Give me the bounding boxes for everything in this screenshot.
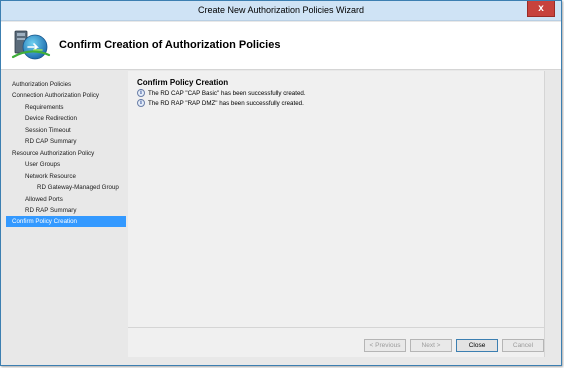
window-title: Create New Authorization Policies Wizard [197, 5, 365, 15]
result-message: i The RD CAP "CAP Basic" has been success… [137, 89, 306, 99]
previous-button[interactable]: < Previous [364, 339, 406, 352]
window-close-button[interactable]: x [527, 1, 555, 17]
sidebar-item-user-groups[interactable]: User Groups [6, 159, 126, 170]
sidebar-item-confirm-policy-creation[interactable]: Confirm Policy Creation [6, 216, 126, 227]
wizard-footer: < Previous Next > Close Cancel [128, 327, 544, 357]
wizard-steps-sidebar: Authorization Policies Connection Author… [6, 76, 126, 356]
title-bar[interactable]: Create New Authorization Policies Wizard… [1, 1, 561, 21]
page-title: Confirm Creation of Authorization Polici… [59, 39, 281, 51]
sidebar-item-network-resource[interactable]: Network Resource [6, 171, 126, 182]
policy-wizard-icon [11, 30, 51, 60]
content-panel: Confirm Policy Creation i The RD CAP "CAP… [128, 71, 544, 327]
wizard-window: Create New Authorization Policies Wizard… [0, 0, 562, 366]
section-title: Confirm Policy Creation [137, 78, 229, 87]
sidebar-item-rd-gateway-managed-group[interactable]: RD Gateway-Managed Group [6, 182, 126, 193]
wizard-header: Confirm Creation of Authorization Polici… [1, 22, 561, 70]
result-message-text: The RD CAP "CAP Basic" has been successf… [148, 90, 306, 97]
sidebar-item-device-redirection[interactable]: Device Redirection [6, 113, 126, 124]
info-icon: i [137, 89, 145, 98]
sidebar-item-allowed-ports[interactable]: Allowed Ports [6, 194, 126, 205]
sidebar-item-requirements[interactable]: Requirements [6, 102, 126, 113]
divider [544, 71, 545, 357]
sidebar-item-session-timeout[interactable]: Session Timeout [6, 125, 126, 136]
result-message-text: The RD RAP "RAP DMZ" has been successful… [148, 100, 304, 107]
cancel-button[interactable]: Cancel [502, 339, 544, 352]
result-message: i The RD RAP "RAP DMZ" has been successfu… [137, 99, 304, 109]
sidebar-item-authorization-policies[interactable]: Authorization Policies [6, 79, 126, 90]
sidebar-item-connection-authorization-policy[interactable]: Connection Authorization Policy [6, 90, 126, 101]
sidebar-item-rd-rap-summary[interactable]: RD RAP Summary [6, 205, 126, 216]
next-button[interactable]: Next > [410, 339, 452, 352]
sidebar-item-rd-cap-summary[interactable]: RD CAP Summary [6, 136, 126, 147]
close-button[interactable]: Close [456, 339, 498, 352]
info-icon: i [137, 99, 145, 108]
sidebar-item-resource-authorization-policy[interactable]: Resource Authorization Policy [6, 148, 126, 159]
